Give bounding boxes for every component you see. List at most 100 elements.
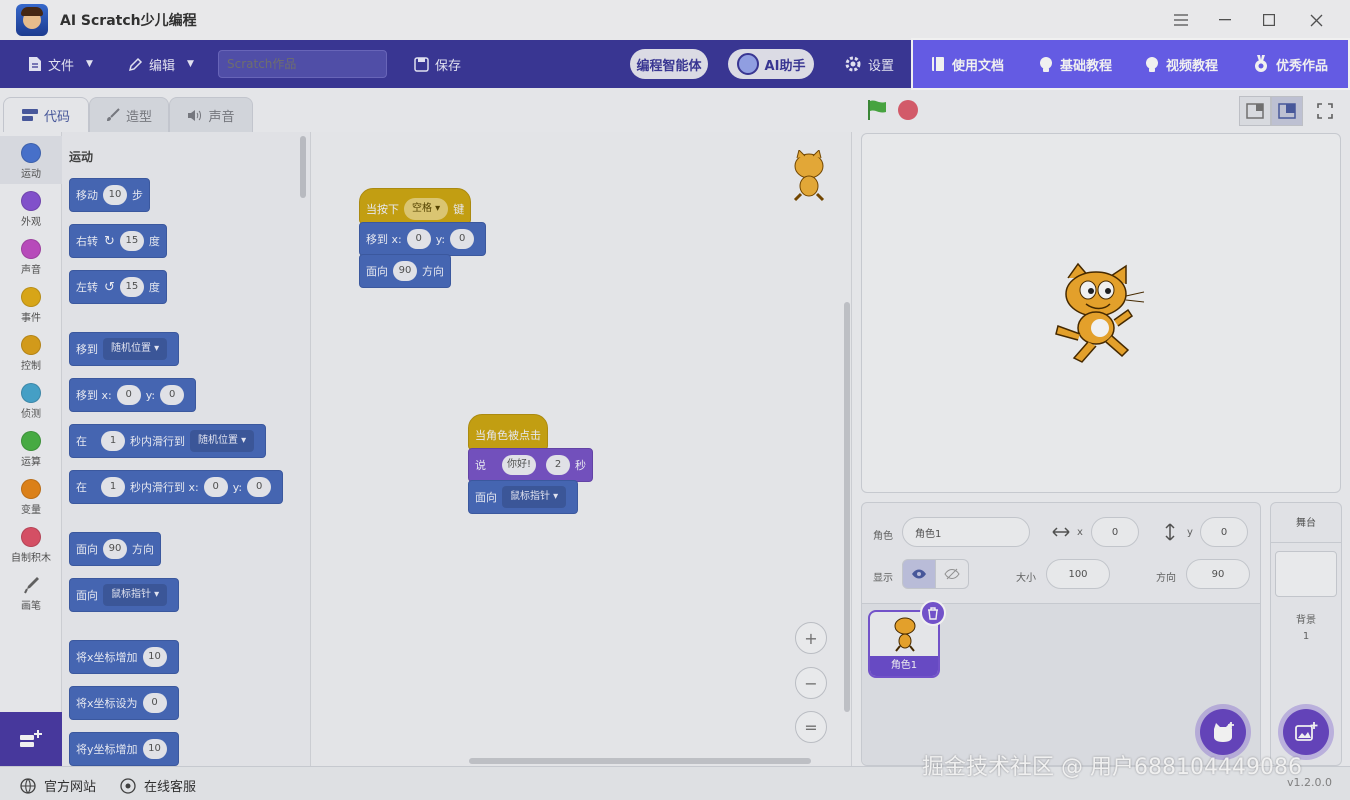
online-support-link[interactable]: 在线客服	[120, 776, 196, 795]
stage-canvas[interactable]	[861, 133, 1341, 493]
code-workspace[interactable]: 当按下 空格 ▾ 键 移到 x: 0 y: 0 面向 90 方向 当角色被点击 …	[311, 132, 852, 766]
say-for-secs-block[interactable]: 说 你好! 2 秒	[468, 448, 594, 482]
y-input[interactable]: 0	[160, 385, 185, 405]
number-input[interactable]: 90	[103, 539, 127, 559]
tab-code[interactable]: 代码	[3, 97, 89, 132]
point-direction-block[interactable]: 面向 90 方向	[359, 254, 451, 288]
category-2[interactable]: 声音	[0, 232, 62, 280]
official-website-link[interactable]: 官方网站	[20, 776, 96, 795]
change-y-block[interactable]: 将y坐标增加 10	[69, 732, 179, 766]
move-steps-block[interactable]: 移动 10 步	[69, 178, 150, 212]
category-5[interactable]: 侦测	[0, 376, 62, 424]
size-field[interactable]: 100	[1046, 559, 1110, 589]
save-button[interactable]: 保存	[414, 52, 461, 76]
point-direction-block[interactable]: 面向 90 方向	[69, 532, 161, 566]
category-4[interactable]: 控制	[0, 328, 62, 376]
number-input[interactable]: 10	[142, 647, 167, 667]
number-input[interactable]: 90	[393, 261, 417, 281]
y-field[interactable]: 0	[1200, 517, 1248, 547]
y-input[interactable]: 0	[450, 229, 475, 249]
sprite-name-field[interactable]: 角色1	[902, 517, 1030, 547]
turn-left-block[interactable]: 左转 ↺ 15 度	[69, 270, 167, 304]
category-8[interactable]: 自制积木	[0, 520, 62, 568]
number-input[interactable]: 15	[119, 231, 144, 251]
when-key-pressed-hat-block[interactable]: 当按下 空格 ▾ 键	[359, 188, 472, 224]
number-input[interactable]: 15	[119, 277, 144, 297]
zoom-out-button[interactable]: −	[795, 667, 827, 699]
backdrop-thumbnail[interactable]	[1275, 551, 1337, 597]
block-text: 键	[453, 203, 465, 216]
small-stage-button[interactable]	[1239, 96, 1271, 126]
close-button[interactable]	[1303, 8, 1329, 32]
show-sprite-button[interactable]	[902, 559, 936, 589]
code-vertical-scrollbar[interactable]	[844, 302, 850, 712]
add-extension-button[interactable]	[0, 712, 62, 766]
set-x-block[interactable]: 将x坐标设为 0	[69, 686, 179, 720]
block-text: 方向	[422, 265, 444, 278]
goto-block[interactable]: 移到 随机位置 ▾	[69, 332, 180, 366]
video-tutorial-link[interactable]: 视频教程	[1145, 54, 1218, 74]
stop-icon[interactable]	[897, 99, 919, 121]
target-dropdown[interactable]: 鼠标指针 ▾	[103, 584, 168, 606]
fullscreen-button[interactable]	[1309, 96, 1341, 126]
y-input[interactable]: 0	[247, 477, 272, 497]
settings-button[interactable]: 设置	[844, 52, 894, 76]
category-1[interactable]: 外观	[0, 184, 62, 232]
sprite-name-value: 角色1	[915, 528, 942, 540]
number-input[interactable]: 10	[142, 739, 167, 759]
category-0[interactable]: 运动	[0, 136, 62, 184]
delete-sprite-button[interactable]	[920, 600, 946, 626]
basic-tutorial-link[interactable]: 基础教程	[1039, 54, 1112, 74]
cat-sprite-icon[interactable]	[1050, 262, 1154, 366]
category-7[interactable]: 变量	[0, 472, 62, 520]
point-towards-block[interactable]: 面向 鼠标指针 ▾	[468, 480, 579, 514]
ai-helper-button[interactable]: AI助手	[728, 49, 814, 79]
key-dropdown[interactable]: 空格 ▾	[404, 198, 449, 220]
zoom-in-button[interactable]: +	[795, 622, 827, 654]
x-input[interactable]: 0	[406, 229, 431, 249]
palette-scrollbar[interactable]	[300, 136, 306, 198]
zoom-reset-button[interactable]: =	[795, 711, 827, 743]
glide-xy-block[interactable]: 在 1 秒内滑行到 x: 0 y: 0	[69, 470, 284, 504]
number-input[interactable]: 0	[142, 693, 167, 713]
code-horizontal-scrollbar[interactable]	[469, 758, 811, 764]
category-6[interactable]: 运算	[0, 424, 62, 472]
when-sprite-clicked-hat-block[interactable]: 当角色被点击	[468, 414, 548, 450]
turn-right-block[interactable]: 右转 ↻ 15 度	[69, 224, 167, 258]
project-title-input[interactable]	[218, 50, 387, 78]
hamburger-menu-icon[interactable]	[1168, 8, 1194, 32]
edit-menu[interactable]: 编辑 ▼	[128, 52, 194, 76]
number-input[interactable]: 1	[101, 431, 125, 451]
docs-link[interactable]: 使用文档	[931, 54, 1004, 74]
target-dropdown[interactable]: 随机位置 ▾	[103, 338, 168, 360]
hide-sprite-button[interactable]	[935, 559, 969, 589]
minimize-button[interactable]	[1212, 8, 1238, 32]
target-dropdown[interactable]: 鼠标指针 ▾	[502, 486, 567, 508]
x-input[interactable]: 0	[116, 385, 141, 405]
showcase-link[interactable]: 优秀作品	[1253, 54, 1328, 74]
coding-agent-button[interactable]: 编程智能体	[630, 49, 708, 79]
maximize-button[interactable]	[1256, 8, 1282, 32]
number-input[interactable]: 2	[546, 455, 571, 475]
block-text: 度	[148, 235, 160, 248]
tab-costumes[interactable]: 造型	[89, 97, 169, 132]
direction-field[interactable]: 90	[1186, 559, 1250, 589]
glide-block[interactable]: 在 1 秒内滑行到 随机位置 ▾	[69, 424, 267, 458]
point-towards-block[interactable]: 面向 鼠标指针 ▾	[69, 578, 180, 612]
file-menu[interactable]: 文件 ▼	[28, 52, 93, 76]
block-text: 移到 x:	[366, 233, 402, 246]
green-flag-icon[interactable]	[866, 99, 888, 121]
change-x-block[interactable]: 将x坐标增加 10	[69, 640, 179, 674]
category-9[interactable]: 画笔	[0, 568, 62, 616]
normal-stage-button[interactable]	[1271, 96, 1303, 126]
text-input[interactable]: 你好!	[502, 455, 537, 475]
target-dropdown[interactable]: 随机位置 ▾	[190, 430, 255, 452]
number-input[interactable]: 10	[103, 185, 127, 205]
category-3[interactable]: 事件	[0, 280, 62, 328]
number-input[interactable]: 1	[101, 477, 125, 497]
x-field[interactable]: 0	[1091, 517, 1139, 547]
tab-sounds[interactable]: 声音	[169, 97, 253, 132]
goto-xy-block[interactable]: 移到 x: 0 y: 0	[359, 222, 487, 256]
x-input[interactable]: 0	[203, 477, 228, 497]
goto-xy-block[interactable]: 移到 x: 0 y: 0	[69, 378, 197, 412]
